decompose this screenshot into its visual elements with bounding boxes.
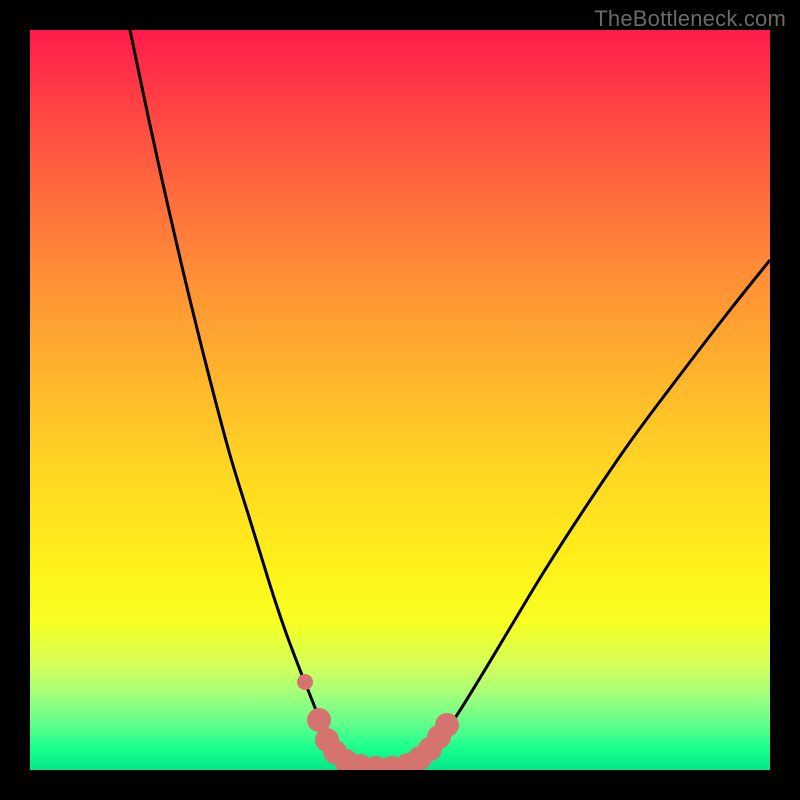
dots-layer [30,30,770,770]
marker-dot [297,674,313,690]
watermark-text: TheBottleneck.com [594,6,786,32]
chart-frame [30,30,770,770]
marker-dot [435,713,459,737]
